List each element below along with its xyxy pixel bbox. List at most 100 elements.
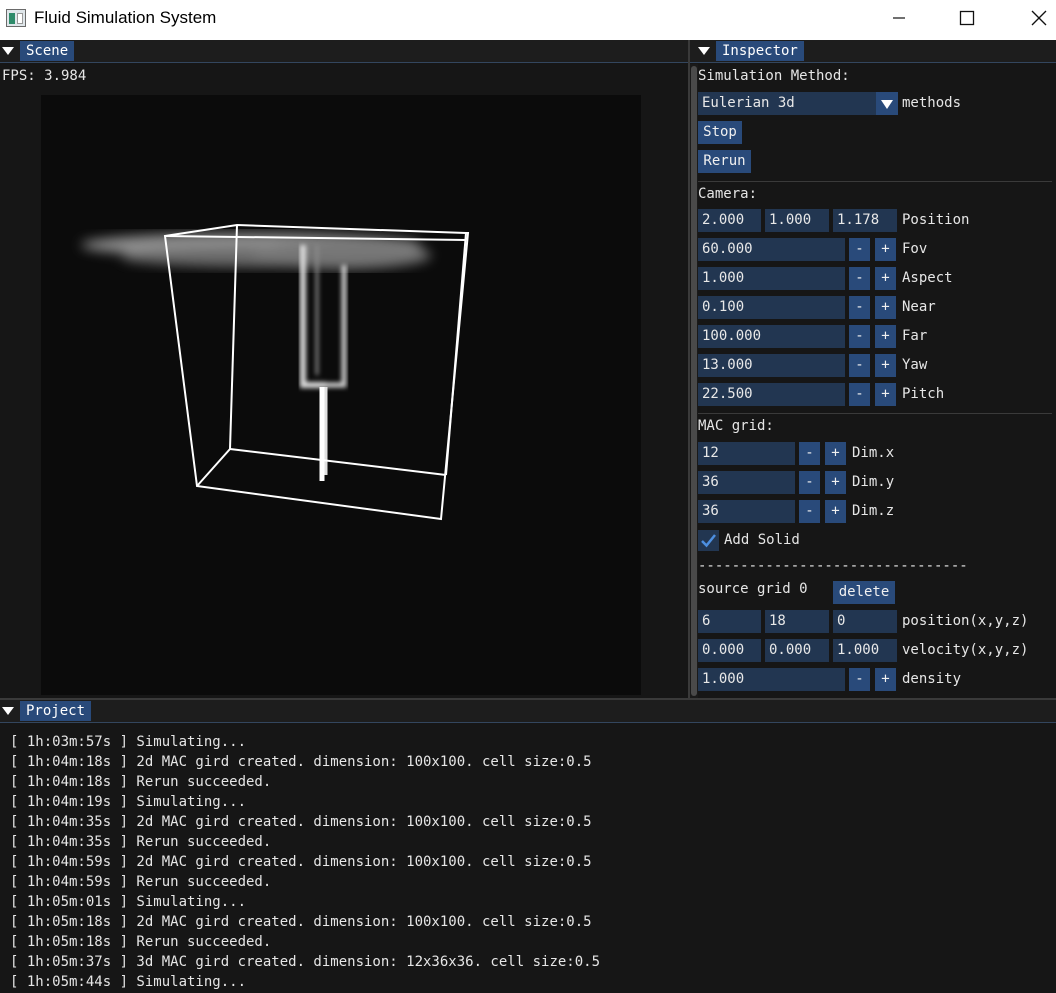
camera-near-increment-button[interactable]: + bbox=[875, 296, 896, 319]
close-button[interactable] bbox=[1016, 0, 1056, 36]
camera-yaw-label: Yaw bbox=[902, 357, 928, 373]
source-velocity-y[interactable]: 0.000 bbox=[765, 639, 829, 662]
log-line: [ 1h:04m:18s ] Rerun succeeded. bbox=[10, 774, 272, 790]
log-line: [ 1h:05m:01s ] Simulating... bbox=[10, 894, 247, 910]
scene-tab[interactable]: Scene bbox=[0, 40, 75, 62]
mac-dim-x-increment-button[interactable]: + bbox=[825, 442, 846, 465]
camera-pitch-decrement-button[interactable]: - bbox=[849, 383, 870, 406]
camera-aspect-increment-button[interactable]: + bbox=[875, 267, 896, 290]
source-position-z[interactable]: 0 bbox=[833, 610, 897, 633]
mac-dim-y-decrement-button[interactable]: - bbox=[799, 471, 820, 494]
camera-position-z[interactable]: 1.178 bbox=[833, 209, 897, 232]
mac-dim-x-field[interactable]: 12 bbox=[698, 442, 795, 465]
project-panel: Project [ 1h:03m:57s ] Simulating... [ 1h… bbox=[0, 700, 1056, 993]
camera-far-increment-button[interactable]: + bbox=[875, 325, 896, 348]
collapse-triangle-icon[interactable] bbox=[2, 707, 14, 715]
camera-pitch-label: Pitch bbox=[902, 386, 945, 402]
source-velocity-x[interactable]: 0.000 bbox=[698, 639, 761, 662]
scene-header: Scene bbox=[0, 40, 688, 63]
camera-aspect-label: Aspect bbox=[902, 270, 953, 286]
project-tab[interactable]: Project bbox=[0, 700, 92, 722]
camera-far-field[interactable]: 100.000 bbox=[698, 325, 845, 348]
method-select[interactable]: Eulerian 3d bbox=[698, 92, 898, 115]
source-grid-label: source grid 0 bbox=[698, 581, 808, 597]
camera-label: Camera: bbox=[698, 186, 758, 202]
close-icon bbox=[1031, 10, 1047, 26]
source-velocity-label: velocity(x,y,z) bbox=[902, 642, 1029, 658]
density-label: density bbox=[902, 671, 962, 687]
log-line: [ 1h:05m:18s ] 2d MAC gird created. dime… bbox=[10, 914, 592, 930]
mac-dim-x-decrement-button[interactable]: - bbox=[799, 442, 820, 465]
window-title: Fluid Simulation System bbox=[34, 8, 217, 27]
density-increment-button[interactable]: + bbox=[875, 668, 896, 691]
mac-dim-z-decrement-button[interactable]: - bbox=[799, 500, 820, 523]
mac-grid-label: MAC grid: bbox=[698, 418, 774, 434]
camera-fov-increment-button[interactable]: + bbox=[875, 238, 896, 261]
mac-dim-y-field[interactable]: 36 bbox=[698, 471, 795, 494]
collapse-triangle-icon[interactable] bbox=[2, 47, 14, 55]
camera-yaw-increment-button[interactable]: + bbox=[875, 354, 896, 377]
camera-position-y[interactable]: 1.000 bbox=[765, 209, 829, 232]
camera-near-label: Near bbox=[902, 299, 936, 315]
camera-near-decrement-button[interactable]: - bbox=[849, 296, 870, 319]
source-velocity-z[interactable]: 1.000 bbox=[833, 639, 897, 662]
camera-far-decrement-button[interactable]: - bbox=[849, 325, 870, 348]
dash-separator: -------------------------------- bbox=[698, 558, 968, 574]
source-position-x[interactable]: 6 bbox=[698, 610, 761, 633]
collapse-triangle-icon[interactable] bbox=[698, 47, 710, 55]
inspector-panel: Inspector Simulation Method: Eulerian 3d… bbox=[690, 40, 1056, 698]
log-line: [ 1h:04m:35s ] Rerun succeeded. bbox=[10, 834, 272, 850]
source-position-y[interactable]: 18 bbox=[765, 610, 829, 633]
camera-pitch-field[interactable]: 22.500 bbox=[698, 383, 845, 406]
camera-yaw-decrement-button[interactable]: - bbox=[849, 354, 870, 377]
density-field[interactable]: 1.000 bbox=[698, 668, 845, 691]
delete-button[interactable]: delete bbox=[833, 581, 895, 604]
inspector-scrollbar[interactable] bbox=[690, 64, 698, 698]
app-icon bbox=[6, 9, 26, 27]
log-line: [ 1h:04m:19s ] Simulating... bbox=[10, 794, 247, 810]
camera-near-field[interactable]: 0.100 bbox=[698, 296, 845, 319]
separator bbox=[698, 413, 1052, 414]
mac-dim-z-increment-button[interactable]: + bbox=[825, 500, 846, 523]
camera-fov-field[interactable]: 60.000 bbox=[698, 238, 845, 261]
checkmark-icon bbox=[701, 534, 716, 548]
inspector-tab-label: Inspector bbox=[716, 41, 804, 61]
fluid-render bbox=[81, 223, 470, 521]
mac-dim-y-increment-button[interactable]: + bbox=[825, 471, 846, 494]
minimize-button[interactable] bbox=[876, 0, 922, 36]
minimize-icon bbox=[893, 17, 905, 19]
simulation-viewport[interactable] bbox=[41, 95, 641, 695]
camera-yaw-field[interactable]: 13.000 bbox=[698, 354, 845, 377]
sim-method-label: Simulation Method: bbox=[698, 68, 850, 84]
log-line: [ 1h:04m:59s ] Rerun succeeded. bbox=[10, 874, 272, 890]
camera-aspect-decrement-button[interactable]: - bbox=[849, 267, 870, 290]
position-label: Position bbox=[902, 212, 970, 228]
scrollbar-thumb[interactable] bbox=[691, 66, 697, 696]
source-position-label: position(x,y,z) bbox=[902, 613, 1029, 629]
rerun-button[interactable]: Rerun bbox=[698, 150, 751, 173]
camera-pitch-increment-button[interactable]: + bbox=[875, 383, 896, 406]
title-bar: Fluid Simulation System bbox=[0, 0, 1056, 40]
stop-button[interactable]: Stop bbox=[698, 121, 742, 144]
density-decrement-button[interactable]: - bbox=[849, 668, 870, 691]
add-solid-checkbox[interactable] bbox=[698, 530, 719, 551]
chevron-down-icon[interactable] bbox=[876, 92, 898, 115]
log-line: [ 1h:05m:37s ] 3d MAC gird created. dime… bbox=[10, 954, 601, 970]
camera-fov-decrement-button[interactable]: - bbox=[849, 238, 870, 261]
mac-dim-z-field[interactable]: 36 bbox=[698, 500, 795, 523]
log-line: [ 1h:03m:57s ] Simulating... bbox=[10, 734, 247, 750]
add-solid-label: Add Solid bbox=[724, 532, 800, 548]
fps-readout: FPS: 3.984 bbox=[2, 68, 87, 84]
inspector-tab[interactable]: Inspector bbox=[696, 40, 804, 62]
maximize-button[interactable] bbox=[944, 0, 990, 36]
log-line: [ 1h:04m:35s ] 2d MAC gird created. dime… bbox=[10, 814, 592, 830]
maximize-icon bbox=[959, 10, 975, 26]
camera-far-label: Far bbox=[902, 328, 928, 344]
separator bbox=[698, 181, 1052, 182]
log-line: [ 1h:04m:59s ] 2d MAC gird created. dime… bbox=[10, 854, 592, 870]
log-line: [ 1h:05m:44s ] Simulating... bbox=[10, 974, 247, 990]
camera-aspect-field[interactable]: 1.000 bbox=[698, 267, 845, 290]
camera-position-x[interactable]: 2.000 bbox=[698, 209, 761, 232]
method-select-value: Eulerian 3d bbox=[702, 95, 795, 111]
inspector-header: Inspector bbox=[690, 40, 1056, 63]
